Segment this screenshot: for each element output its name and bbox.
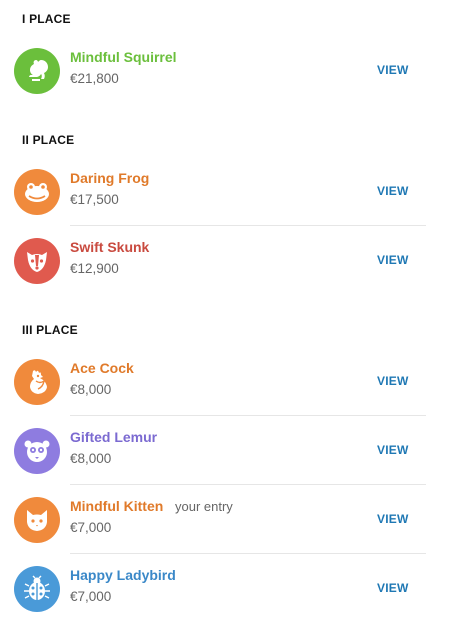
entry-amount: €8,000 (70, 451, 112, 466)
list-item: Happy Ladybird €7,000 VIEW (0, 554, 468, 623)
list-item: Swift Skunk €12,900 VIEW (0, 226, 468, 295)
kitten-icon (14, 497, 60, 543)
entry-amount: €8,000 (70, 382, 112, 397)
view-button[interactable]: VIEW (377, 443, 408, 457)
rooster-icon (14, 359, 60, 405)
squirrel-icon (14, 48, 60, 94)
entry-name: Happy Ladybird (70, 567, 176, 583)
list-item: Ace Cock €8,000 VIEW (0, 347, 468, 416)
entry-name: Mindful Squirrel (70, 49, 177, 65)
entry-name: Mindful Kitten (70, 498, 164, 514)
entry-name: Ace Cock (70, 360, 134, 376)
entry-amount: €7,000 (70, 520, 112, 535)
list-item: Mindful Kitten your entry €7,000 VIEW (0, 485, 468, 554)
lemur-icon (14, 428, 60, 474)
entry-amount: €12,900 (70, 261, 119, 276)
view-button[interactable]: VIEW (377, 63, 408, 77)
list-item: Gifted Lemur €8,000 VIEW (0, 416, 468, 485)
list-item: Mindful Squirrel €21,800 VIEW (0, 36, 468, 105)
entry-amount: €17,500 (70, 192, 119, 207)
view-button[interactable]: VIEW (377, 184, 408, 198)
entry-name: Swift Skunk (70, 239, 150, 255)
entry-name: Gifted Lemur (70, 429, 158, 445)
frog-icon (14, 169, 60, 215)
your-entry-tag: your entry (175, 499, 233, 514)
section-title: I PLACE (22, 12, 71, 26)
leaderboard: I PLACE Mindful Squirrel €21,800 VIEW II… (0, 0, 468, 639)
entry-amount: €7,000 (70, 589, 112, 604)
entry-name: Daring Frog (70, 170, 150, 186)
section-title: II PLACE (22, 133, 75, 147)
view-button[interactable]: VIEW (377, 374, 408, 388)
view-button[interactable]: VIEW (377, 253, 408, 267)
section-title: III PLACE (22, 323, 78, 337)
skunk-icon (14, 238, 60, 284)
list-item: Daring Frog €17,500 VIEW (0, 157, 468, 226)
view-button[interactable]: VIEW (377, 581, 408, 595)
ladybird-icon (14, 566, 60, 612)
entry-amount: €21,800 (70, 71, 119, 86)
view-button[interactable]: VIEW (377, 512, 408, 526)
